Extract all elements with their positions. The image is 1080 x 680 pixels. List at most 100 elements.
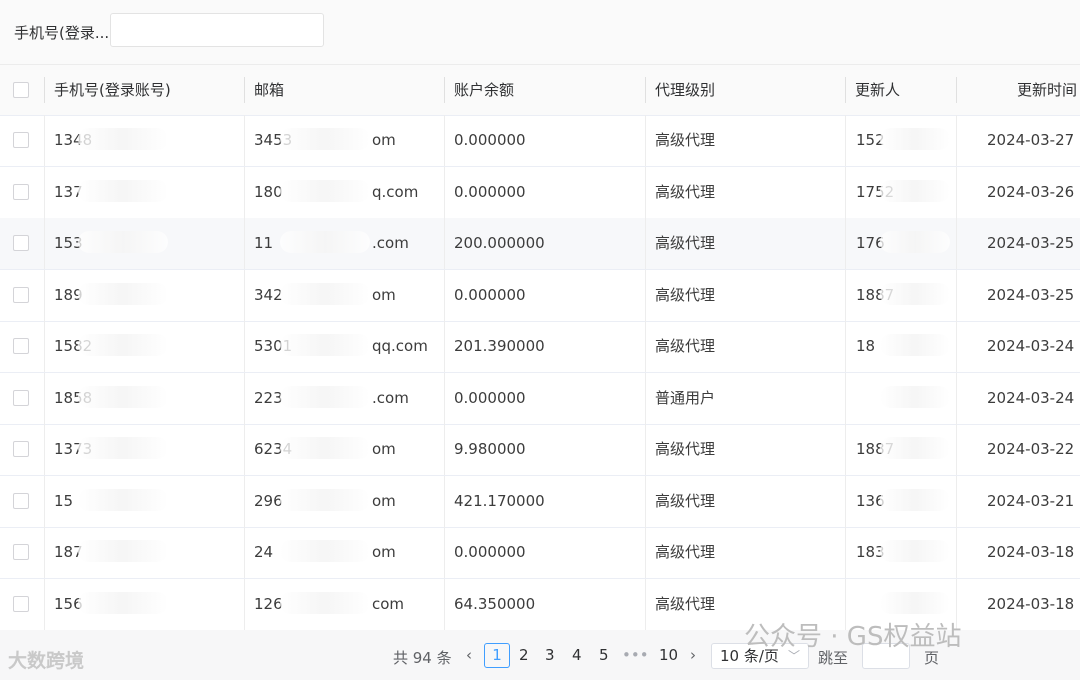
row-checkbox[interactable] [13,492,29,509]
column-header-email[interactable]: 邮箱 [254,65,284,115]
cell-update-time: 2024-03-26 1 [987,182,1080,201]
column-divider [956,166,957,218]
row-checkbox[interactable] [13,338,29,354]
cell-update-time: 2024-03-24 1 [987,337,1080,355]
column-divider [956,372,957,424]
table-row[interactable]: 1373 6234 9.980000 高级代理 1887 2024-03-22 1 om [0,424,1080,476]
cell-email: 11 [254,234,274,252]
redaction-blur [880,334,950,356]
cell-balance: 421.170000 [454,491,545,510]
pagination-page-1[interactable]: 1 [484,643,510,668]
cell-email: 342 [254,285,283,304]
column-divider [845,218,846,269]
redaction-blur [78,179,168,202]
phone-filter-label: 手机号(登录... [14,24,110,42]
column-divider [244,372,245,424]
table-row[interactable]: 15 296 421.170000 高级代理 136 2024-03-21 0 om [0,475,1080,528]
row-checkbox[interactable] [13,235,29,251]
pagination-page-3[interactable]: 3 [545,646,555,664]
pagination-page-4[interactable]: 4 [572,646,582,664]
cell-updater: 18 [856,337,876,355]
cell-level: 高级代理 [655,285,716,304]
column-divider [845,77,846,103]
row-checkbox[interactable] [13,286,29,303]
column-divider [956,269,957,321]
cell-email-suffix: om [372,285,396,304]
row-checkbox[interactable] [13,595,29,612]
redaction-blur [280,385,370,408]
column-divider [645,372,646,424]
cell-balance: 200.000000 [454,234,545,252]
column-divider [244,578,245,630]
column-divider [244,424,245,475]
redaction-blur [280,179,370,202]
cell-balance: 0.000000 [454,285,526,304]
column-divider [845,115,846,166]
phone-filter-input[interactable] [110,13,324,47]
row-checkbox[interactable] [13,544,29,560]
cell-level: 高级代理 [655,337,716,355]
column-divider [645,578,646,630]
redaction-blur [880,128,950,150]
column-divider [845,475,846,527]
table-row[interactable]: 1348 3453 0.000000 高级代理 152 2024-03-27 2 om [0,115,1080,167]
column-header-level[interactable]: 代理级别 [655,65,715,115]
redaction-blur [880,231,950,253]
table-row[interactable]: 153 11 200.000000 高级代理 176 2024-03-25 1 .com [0,218,1080,270]
table-row[interactable]: 1858 223 0.000000 普通用户 2024-03-24 1 .com [0,372,1080,425]
column-divider [244,77,245,103]
column-divider [44,372,45,424]
column-header-updater[interactable]: 更新人 [855,65,900,115]
row-checkbox[interactable] [13,183,29,200]
pagination-page-10[interactable]: 10 [659,646,678,664]
cell-update-time: 2024-03-22 1 [987,440,1080,458]
column-header-update-time[interactable]: 更新时间 [1017,65,1077,115]
table-row[interactable]: 137 180 0.000000 高级代理 1752 2024-03-26 1 q.com [0,166,1080,219]
column-divider [44,527,45,578]
column-divider [44,218,45,269]
column-divider [645,218,646,269]
row-checkbox[interactable] [13,132,29,148]
column-divider [444,372,445,424]
cell-email-suffix: q.com [372,182,419,201]
row-checkbox[interactable] [13,389,29,406]
cell-update-time: 2024-03-27 2 [987,131,1080,149]
redaction-blur [78,128,168,150]
table-row[interactable]: 187 24 0.000000 高级代理 183 2024-03-18 1 om [0,527,1080,579]
table-row[interactable]: 1582 5301 201.390000 高级代理 18 2024-03-24 1 qq.c… [0,321,1080,373]
watermark-right: 公众号 · GS权益站 [744,622,962,652]
column-divider [645,527,646,578]
cell-update-time: 2024-03-21 0 [987,491,1080,510]
cell-update-time: 2024-03-25 1 [987,285,1080,304]
redaction-blur [280,488,370,511]
table-row[interactable]: 189 342 0.000000 高级代理 1887 2024-03-25 1 om [0,269,1080,322]
column-divider [845,269,846,321]
column-divider [244,218,245,269]
column-divider [44,166,45,218]
cell-update-time: 2024-03-18 1 [987,543,1080,561]
cell-email-suffix: om [372,491,396,510]
column-divider [444,475,445,527]
row-checkbox[interactable] [13,441,29,457]
pagination-page-5[interactable]: 5 [599,646,609,664]
pagination-next-icon[interactable]: › [690,646,696,664]
select-all-checkbox[interactable] [13,82,29,98]
column-divider [956,475,957,527]
cell-level: 高级代理 [655,234,716,252]
cell-email: 126 [254,594,283,613]
column-header-phone[interactable]: 手机号(登录账号) [54,65,171,115]
cell-phone: 15 [54,491,74,510]
watermark-left: 大数跨境 [8,650,85,672]
pagination-prev-icon[interactable]: ‹ [466,646,472,664]
column-divider [444,115,445,166]
table-footer: 大数跨境 共 94 条 ‹ 1 2 3 4 5 ••• 10 › 10 条/页 … [0,622,1080,680]
column-divider [444,218,445,269]
pagination-ellipsis[interactable]: ••• [622,646,649,664]
column-header-balance[interactable]: 账户余额 [454,65,514,115]
column-divider [645,321,646,372]
column-divider [244,527,245,578]
column-divider [845,321,846,372]
pagination-page-2[interactable]: 2 [519,646,529,664]
column-divider [244,166,245,218]
cell-update-time: 2024-03-25 1 [987,234,1080,252]
